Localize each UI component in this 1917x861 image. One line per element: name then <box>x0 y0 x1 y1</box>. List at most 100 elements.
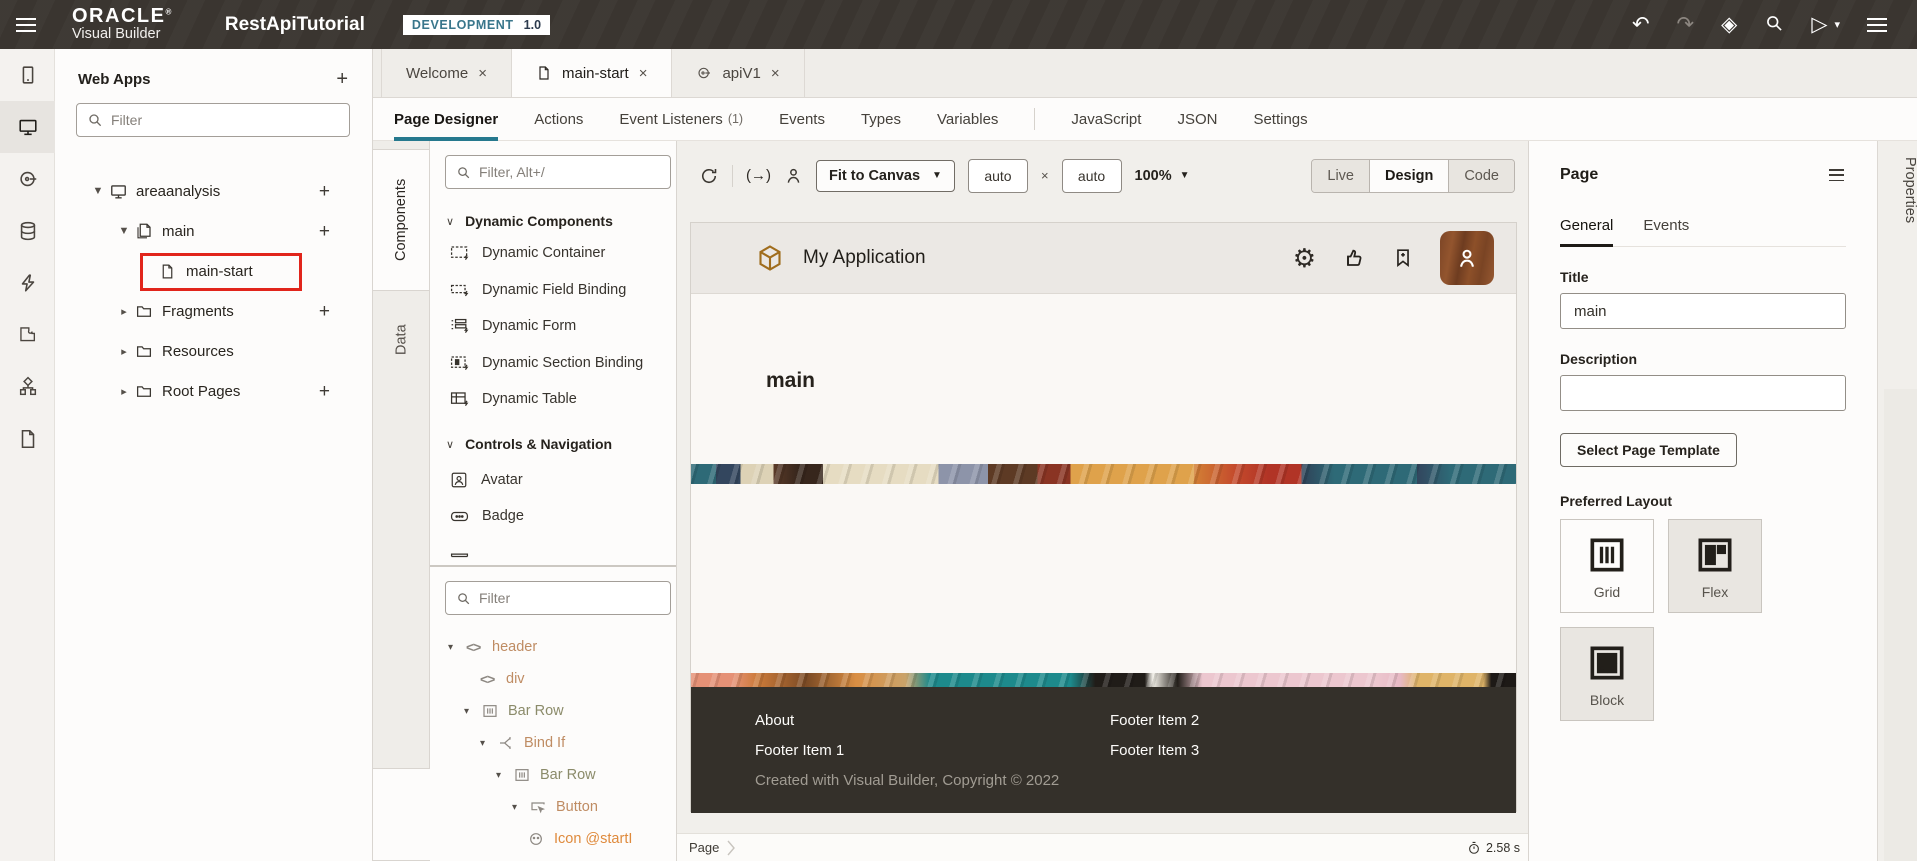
select-page-template-button[interactable]: Select Page Template <box>1560 433 1737 467</box>
tab-json[interactable]: JSON <box>1177 98 1217 141</box>
page-flow-icon[interactable]: (→) <box>746 167 771 184</box>
processes-icon[interactable] <box>0 361 55 413</box>
tab-variables[interactable]: Variables <box>937 98 998 141</box>
tree-item-fragments[interactable]: ▸ Fragments + <box>55 291 372 331</box>
layout-flex-option[interactable]: Flex <box>1668 519 1762 613</box>
components-rail-icon[interactable] <box>0 309 55 361</box>
components-filter-input[interactable] <box>479 164 660 180</box>
page-preview[interactable]: My Application ⚙ <box>690 222 1517 812</box>
collapsed-caret-icon[interactable]: ▸ <box>113 305 135 318</box>
bookmark-add-icon[interactable] <box>1392 246 1414 270</box>
expand-caret-icon[interactable]: ▾ <box>464 706 482 717</box>
component-avatar[interactable]: Avatar <box>450 471 523 489</box>
canvas-width-input[interactable] <box>968 159 1028 193</box>
run-menu-caret-icon[interactable]: ▾ <box>1834 18 1840 31</box>
structure-item-icon[interactable]: Icon @startI <box>430 823 677 855</box>
tab-actions[interactable]: Actions <box>534 98 583 141</box>
structure-filter[interactable] <box>445 581 671 615</box>
mode-design-button[interactable]: Design <box>1370 160 1449 192</box>
tab-data[interactable]: Data <box>373 303 430 377</box>
tree-item-resources[interactable]: ▸ Resources <box>55 331 372 371</box>
structure-item-bind-if[interactable]: ▾ Bind If <box>430 727 677 759</box>
actions-icon[interactable] <box>0 257 55 309</box>
business-objects-icon[interactable] <box>0 205 55 257</box>
canvas-size-dropdown[interactable]: Fit to Canvas ▼ <box>816 160 955 192</box>
structure-item-bar-row-2[interactable]: ▾ Bar Row <box>430 759 677 791</box>
refresh-icon[interactable] <box>699 166 719 186</box>
global-menu-icon[interactable] <box>16 18 40 32</box>
add-page-icon[interactable]: + <box>319 222 330 241</box>
tab-page-designer[interactable]: Page Designer <box>394 98 498 141</box>
breadcrumb[interactable]: Page <box>689 840 735 856</box>
user-avatar[interactable] <box>1440 231 1494 285</box>
footer-link[interactable]: Footer Item 3 <box>1110 742 1516 759</box>
settings-gear-icon[interactable]: ⚙ <box>1293 245 1316 271</box>
expand-caret-icon[interactable]: ▾ <box>512 802 530 813</box>
scroll-track[interactable] <box>1884 389 1917 861</box>
expand-caret-icon[interactable]: ▾ <box>448 642 466 653</box>
collapsed-caret-icon[interactable]: ▸ <box>113 385 135 398</box>
search-icon[interactable] <box>1764 13 1784 37</box>
expand-caret-icon[interactable]: ▾ <box>480 738 498 749</box>
structure-item-div[interactable]: div <box>430 663 677 695</box>
tree-item-main-start[interactable]: main-start <box>55 251 372 291</box>
add-flow-icon[interactable]: + <box>319 182 330 201</box>
close-tab-icon[interactable]: × <box>478 65 487 82</box>
mode-live-button[interactable]: Live <box>1312 160 1370 192</box>
component-dynamic-container[interactable]: Dynamic Container <box>450 244 605 261</box>
component-badge[interactable]: Badge <box>450 508 524 524</box>
footer-link[interactable]: Footer Item 2 <box>1110 712 1516 729</box>
structure-filter-input[interactable] <box>479 590 660 606</box>
section-controls-navigation[interactable]: ∨ Controls & Navigation <box>446 436 612 452</box>
tree-item-main[interactable]: ▼ main + <box>55 211 372 251</box>
collapsed-caret-icon[interactable]: ▸ <box>113 345 135 358</box>
web-apps-icon[interactable] <box>0 101 55 153</box>
structure-item-header[interactable]: ▾ header <box>430 631 677 663</box>
changes-icon[interactable]: ◈ <box>1721 14 1737 35</box>
section-caret-icon[interactable]: ∨ <box>446 438 454 451</box>
user-context-icon[interactable] <box>784 166 803 185</box>
tree-item-root-pages[interactable]: ▸ Root Pages + <box>55 371 372 411</box>
tab-properties[interactable]: Properties <box>1878 157 1917 223</box>
tab-main-start[interactable]: main-start × <box>512 49 672 97</box>
redo-icon[interactable]: ↷ <box>1677 14 1695 35</box>
mode-code-button[interactable]: Code <box>1449 160 1514 192</box>
like-icon[interactable] <box>1342 246 1366 270</box>
expand-caret-icon[interactable]: ▾ <box>496 770 514 781</box>
run-app-icon[interactable]: ▷ <box>1811 14 1827 35</box>
section-dynamic-components[interactable]: ∨ Dynamic Components <box>446 213 613 229</box>
close-tab-icon[interactable]: × <box>639 65 648 82</box>
component-dynamic-form[interactable]: Dynamic Form <box>450 317 576 334</box>
properties-menu-icon[interactable] <box>1827 165 1846 185</box>
page-description-input[interactable] <box>1560 375 1846 411</box>
app-menu-icon[interactable] <box>1867 18 1891 32</box>
layout-block-option[interactable]: Block <box>1560 627 1654 721</box>
web-apps-filter[interactable] <box>76 103 350 137</box>
create-web-app-icon[interactable]: + <box>336 69 348 89</box>
services-icon[interactable] <box>0 153 55 205</box>
add-root-page-icon[interactable]: + <box>319 382 330 401</box>
component-dynamic-field-binding[interactable]: Dynamic Field Binding <box>450 281 626 298</box>
components-filter[interactable] <box>445 155 671 189</box>
tab-apiv1[interactable]: apiV1 × <box>672 49 804 97</box>
structure-item-bar-row[interactable]: ▾ Bar Row <box>430 695 677 727</box>
footer-link[interactable]: About <box>755 712 1110 729</box>
expand-caret-icon[interactable]: ▼ <box>113 225 135 237</box>
tab-components[interactable]: Components <box>373 149 430 291</box>
tab-events[interactable]: Events <box>779 98 825 141</box>
layout-grid-option[interactable]: Grid <box>1560 519 1654 613</box>
component-dynamic-section-binding[interactable]: Dynamic Section Binding <box>450 354 643 371</box>
component-dynamic-table[interactable]: Dynamic Table <box>450 390 577 407</box>
tab-javascript[interactable]: JavaScript <box>1071 98 1141 141</box>
section-caret-icon[interactable]: ∨ <box>446 215 454 228</box>
preview-app-header[interactable]: My Application ⚙ <box>691 223 1516 294</box>
source-icon[interactable] <box>0 413 55 465</box>
structure-item-button[interactable]: ▾ Button <box>430 791 677 823</box>
canvas-height-input[interactable] <box>1062 159 1122 193</box>
footer-link[interactable]: Footer Item 1 <box>755 742 1110 759</box>
tab-events[interactable]: Events <box>1643 217 1689 246</box>
tab-event-listeners[interactable]: Event Listeners(1) <box>619 98 743 141</box>
close-tab-icon[interactable]: × <box>771 65 780 82</box>
undo-icon[interactable]: ↶ <box>1632 14 1650 35</box>
web-apps-filter-input[interactable] <box>111 112 339 128</box>
